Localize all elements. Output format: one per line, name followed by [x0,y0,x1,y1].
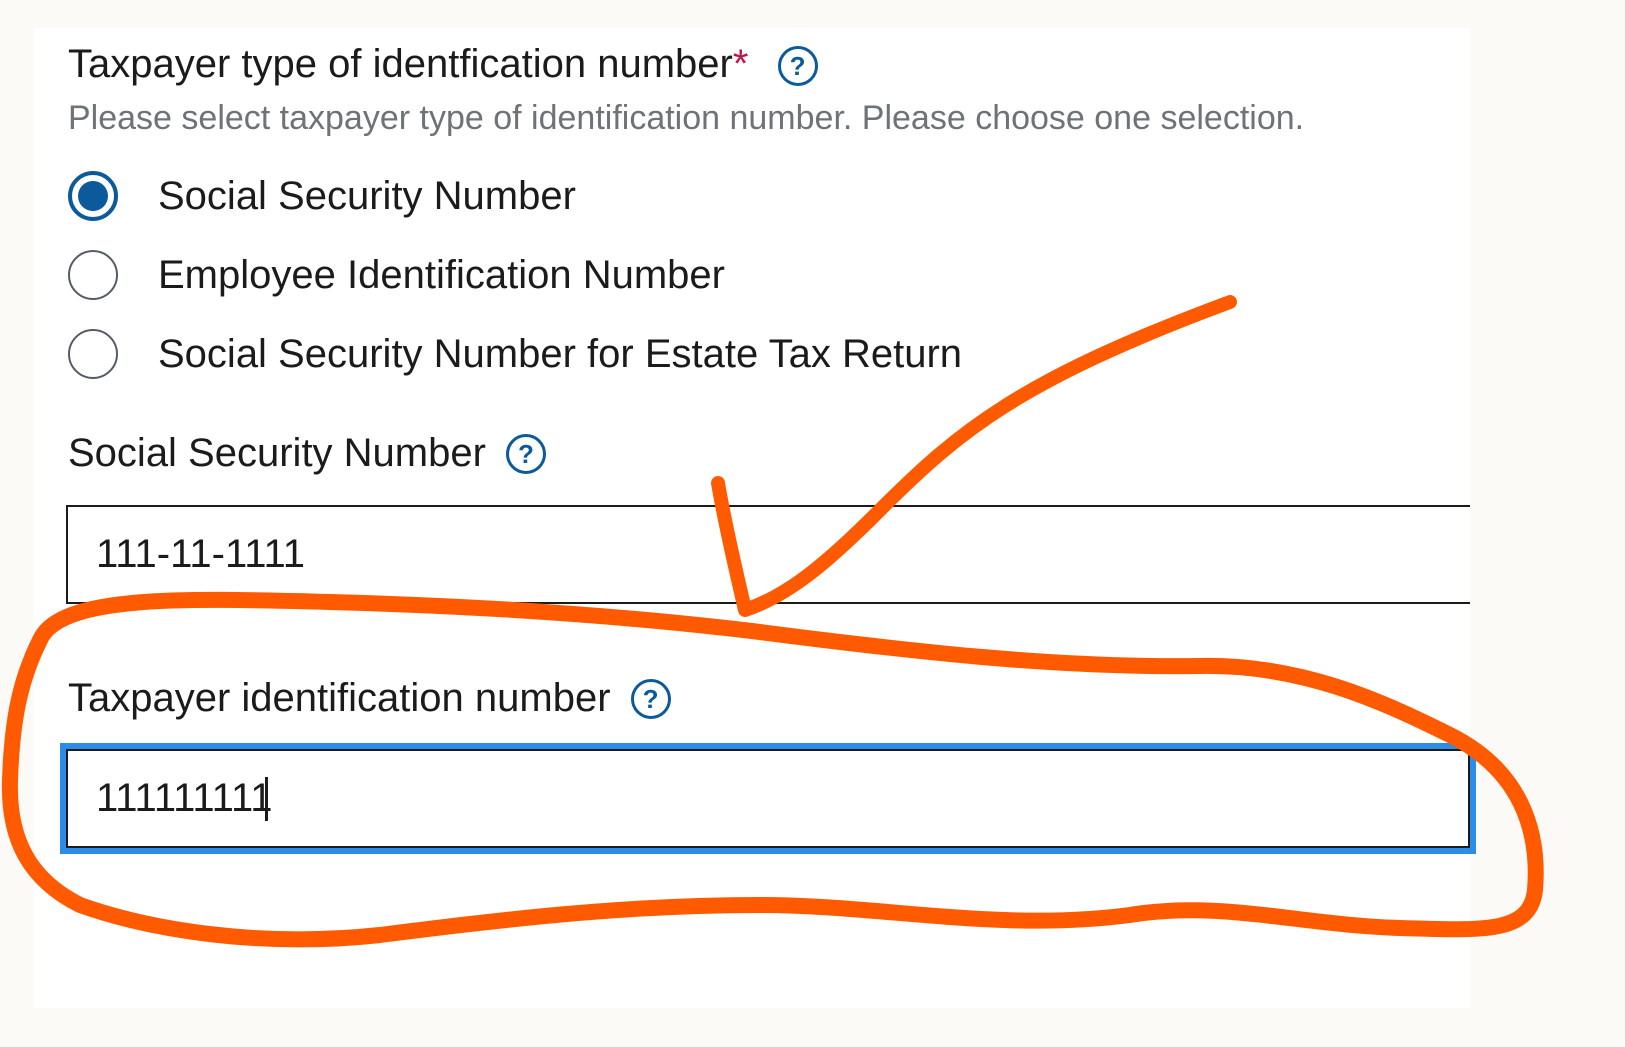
radio-option-ssn[interactable]: Social Security Number [68,171,576,221]
question-circle-icon[interactable]: ? [630,678,671,719]
question-circle-icon[interactable]: ? [777,46,818,87]
ssn-field-label: Social Security Number ? [68,431,546,476]
question-hint: Please select taxpayer type of identific… [68,99,1305,137]
radio-button[interactable] [68,329,118,379]
question-circle-icon[interactable]: ? [505,433,546,474]
radio-label: Employee Identification Number [158,252,725,297]
ssn-input[interactable] [66,505,1470,604]
tin-label-text: Taxpayer identification number [68,676,611,720]
required-asterisk: * [732,42,749,86]
radio-button[interactable] [68,250,118,300]
tin-field-label: Taxpayer identification number ? [68,676,671,721]
question-title: Taxpayer type of identfication number* ? [68,40,818,88]
tin-input[interactable] [66,749,1470,848]
ssn-label-text: Social Security Number [68,431,486,475]
radio-button-selected[interactable] [68,171,118,221]
radio-label: Social Security Number [158,173,576,218]
radio-option-ssn-estate[interactable]: Social Security Number for Estate Tax Re… [68,329,962,379]
radio-label: Social Security Number for Estate Tax Re… [158,331,963,376]
question-title-text: Taxpayer type of identfication number [68,42,733,86]
radio-option-ein[interactable]: Employee Identification Number [68,250,725,300]
text-caret [265,777,268,821]
